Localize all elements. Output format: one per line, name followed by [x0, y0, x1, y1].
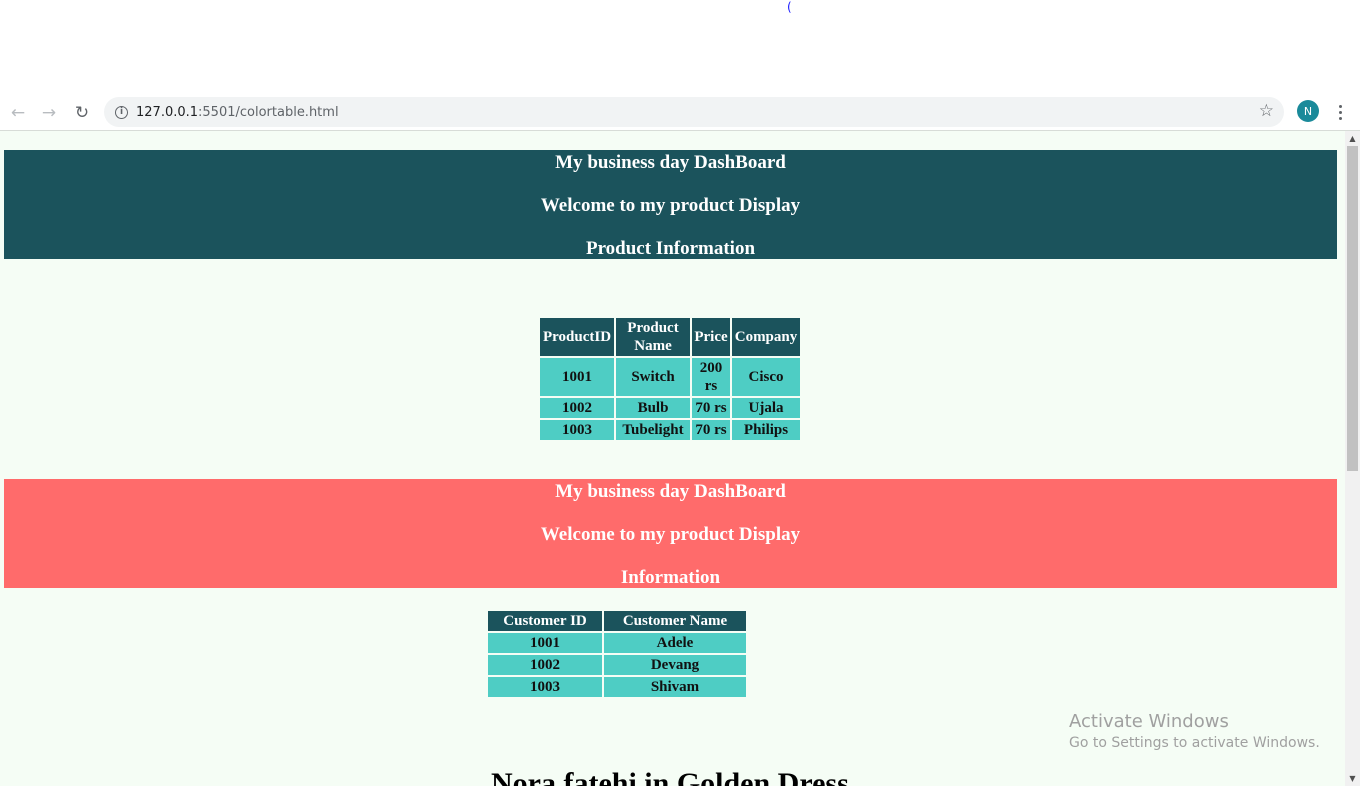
- banner-title: My business day DashBoard: [555, 152, 786, 173]
- table-cell: Tubelight: [616, 420, 690, 440]
- table-cell: 1002: [488, 655, 602, 675]
- back-arrow-icon[interactable]: ←: [6, 101, 30, 125]
- table-cell: Bulb: [616, 398, 690, 418]
- scroll-down-arrow-icon[interactable]: ▼: [1345, 771, 1360, 786]
- table-cell: Devang: [604, 655, 746, 675]
- table-row: 1002 Bulb 70 rs Ujala: [540, 398, 800, 418]
- table-row: 1003 Tubelight 70 rs Philips: [540, 420, 800, 440]
- table-header: Customer Name: [604, 611, 746, 631]
- table-row: 1003 Shivam: [488, 677, 746, 697]
- table-cell: 70 rs: [692, 398, 730, 418]
- table-cell: Philips: [732, 420, 800, 440]
- table-cell: Switch: [616, 358, 690, 396]
- table-cell: 1003: [488, 677, 602, 697]
- activate-windows-watermark: Activate Windows Go to Settings to activ…: [1069, 711, 1320, 753]
- table-cell: Shivam: [604, 677, 746, 697]
- url-host: 127.0.0.1: [136, 104, 199, 120]
- table-header: Company: [732, 318, 800, 356]
- table-header-row: Customer ID Customer Name: [488, 611, 746, 631]
- table-row: 1001 Switch 200 rs Cisco: [540, 358, 800, 396]
- bookmark-star-icon[interactable]: ☆: [1259, 101, 1274, 121]
- table-cell: 1003: [540, 420, 614, 440]
- scroll-thumb[interactable]: [1347, 146, 1358, 471]
- top-blank-area: (: [0, 0, 1360, 96]
- product-table: ProductID Product Name Price Company 100…: [538, 316, 802, 442]
- top-mark: (: [787, 0, 792, 14]
- table-cell: Ujala: [732, 398, 800, 418]
- table-cell: Cisco: [732, 358, 800, 396]
- table-header: Customer ID: [488, 611, 602, 631]
- forward-arrow-icon[interactable]: →: [37, 101, 61, 125]
- banner-subtitle: Information: [620, 567, 721, 588]
- page-content: My business day DashBoard Welcome to my …: [0, 131, 1345, 786]
- banner-title: My business day DashBoard: [555, 481, 786, 502]
- table-cell: 200 rs: [692, 358, 730, 396]
- watermark-title: Activate Windows: [1069, 711, 1229, 732]
- table-cell: Adele: [604, 633, 746, 653]
- profile-avatar[interactable]: N: [1297, 100, 1319, 122]
- table-header: Price: [692, 318, 730, 356]
- watermark-subtitle: Go to Settings to activate Windows.: [1069, 735, 1320, 751]
- url-text[interactable]: 127.0.0.1:5501/colortable.html: [136, 105, 339, 120]
- table-cell: 1001: [488, 633, 602, 653]
- customer-table: Customer ID Customer Name 1001 Adele 100…: [486, 609, 748, 699]
- table-cell: 70 rs: [692, 420, 730, 440]
- browser-toolbar: ← → ↻ i 127.0.0.1:5501/colortable.html ☆…: [0, 96, 1360, 131]
- table-row: 1002 Devang: [488, 655, 746, 675]
- table-header: Product Name: [616, 318, 690, 356]
- banner-welcome: Welcome to my product Display: [540, 195, 801, 216]
- browser-menu-icon[interactable]: [1333, 101, 1347, 123]
- table-row: 1001 Adele: [488, 633, 746, 653]
- reload-icon[interactable]: ↻: [70, 101, 94, 125]
- vertical-scrollbar[interactable]: ▲ ▼: [1345, 131, 1360, 786]
- product-banner: My business day DashBoard Welcome to my …: [4, 150, 1337, 259]
- table-cell: 1002: [540, 398, 614, 418]
- customer-banner: My business day DashBoard Welcome to my …: [4, 479, 1337, 588]
- address-bar[interactable]: i 127.0.0.1:5501/colortable.html ☆: [104, 97, 1284, 127]
- info-icon[interactable]: i: [115, 105, 128, 119]
- banner-welcome: Welcome to my product Display: [540, 524, 801, 545]
- table-header-row: ProductID Product Name Price Company: [540, 318, 800, 356]
- url-path: :5501/colortable.html: [198, 104, 339, 120]
- bottom-heading: Nora fatehi in Golden Dress: [491, 767, 849, 786]
- scroll-up-arrow-icon[interactable]: ▲: [1345, 131, 1360, 146]
- banner-subtitle: Product Information: [585, 238, 756, 259]
- table-cell: 1001: [540, 358, 614, 396]
- table-header: ProductID: [540, 318, 614, 356]
